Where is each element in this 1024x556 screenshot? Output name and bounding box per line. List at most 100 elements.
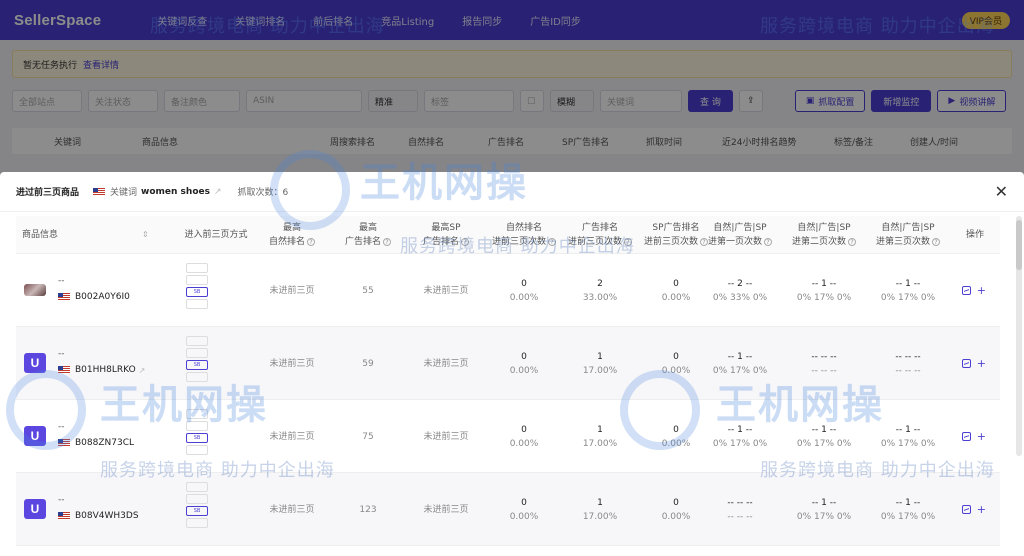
percent-value: 17.00%	[582, 511, 618, 522]
natural-top3-cell: 0 0.00%	[486, 327, 562, 400]
product-name: --	[58, 349, 65, 359]
product-name: --	[58, 276, 65, 286]
count-value: 0	[521, 351, 527, 362]
plus-icon[interactable]: +	[977, 284, 986, 297]
page2-cell: -- 1 -- 0% 17% 0%	[782, 400, 866, 473]
col-page2-l1: 自然|广告|SP	[797, 223, 851, 233]
count-value: -- 1 --	[895, 424, 921, 435]
watermark-logo-circle	[270, 150, 350, 230]
help-icon[interactable]: ?	[461, 238, 469, 246]
entry-tags: SB	[186, 336, 208, 382]
help-icon[interactable]: ?	[848, 238, 856, 246]
help-icon[interactable]: ?	[383, 238, 391, 246]
asin-value[interactable]: B01HH8LRKO ↗	[58, 365, 145, 375]
asin-text: B002A0Y6I0	[75, 292, 130, 302]
plus-icon[interactable]: +	[977, 357, 986, 370]
count-value: -- 1 --	[811, 497, 837, 508]
best-ad-cell: 55	[362, 285, 374, 296]
help-icon[interactable]: ?	[307, 238, 315, 246]
scrollbar-thumb[interactable]	[1016, 220, 1022, 270]
asin-value[interactable]: B002A0Y6I0	[58, 292, 130, 302]
count-value: 2	[597, 278, 603, 289]
percent-value: 0% 33% 0%	[712, 292, 768, 303]
count-value: -- 2 --	[727, 278, 753, 289]
help-icon[interactable]: ?	[932, 238, 940, 246]
percent-value: 0% 17% 0%	[712, 365, 768, 376]
modal-scrollbar[interactable]	[1016, 216, 1022, 456]
help-icon[interactable]: ?	[548, 238, 556, 246]
chart-icon[interactable]	[961, 432, 971, 441]
top3-table: 商品信息 ⇕ 进入前三页方式 最高 自然排名? 最高 广告排名? 最高SP 广告排名? …	[16, 216, 1000, 546]
col-ad-top3-l1: 广告排名	[581, 223, 618, 233]
page1-cell: -- 1 -- 0% 17% 0%	[698, 327, 782, 400]
chart-icon[interactable]	[961, 505, 971, 514]
col-page3-l2: 进第三页次数	[875, 237, 930, 247]
natural-top3-cell: 0 0.00%	[486, 400, 562, 473]
percent-value: 0% 17% 0%	[796, 438, 852, 449]
entry-tags: SB	[186, 263, 208, 309]
best-sp-cell: 未进前三页	[423, 358, 469, 369]
chart-icon[interactable]	[961, 359, 971, 368]
external-link-icon[interactable]: ↗	[139, 366, 146, 375]
best-natural-cell: 未进前三页	[269, 285, 315, 296]
page3-cell: -- 1 -- 0% 17% 0%	[866, 400, 950, 473]
percent-value: 17.00%	[582, 365, 618, 376]
col-best-natural-l2: 自然排名	[268, 237, 305, 247]
keyword-label: 关键词	[110, 188, 138, 198]
count-value: 0	[521, 424, 527, 435]
help-icon[interactable]: ?	[624, 238, 632, 246]
table-header: 商品信息 ⇕ 进入前三页方式 最高 自然排名? 最高 广告排名? 最高SP 广告排名? …	[16, 216, 1000, 254]
entry-tag	[186, 421, 208, 431]
asin-value[interactable]: B08V4WH3DS	[58, 511, 139, 521]
percent-value: 0.00%	[509, 292, 539, 303]
plus-icon[interactable]: +	[977, 430, 986, 443]
col-page1-l1: 自然|广告|SP	[713, 223, 767, 233]
col-product-info[interactable]: 商品信息 ⇕	[22, 216, 172, 254]
entry-tag	[186, 409, 208, 419]
col-ad-top3: 广告排名 进前三页次数?	[562, 216, 638, 254]
help-icon[interactable]: ?	[764, 238, 772, 246]
col-sp-top3-l2: 进前三页次数	[643, 237, 698, 247]
sort-icon[interactable]: ⇕	[142, 228, 149, 242]
entry-tag-sb: SB	[186, 360, 208, 370]
col-best-ad-l2: 广告排名	[344, 237, 381, 247]
entry-tag	[186, 372, 208, 382]
col-sp-top3-l1: SP广告排名	[652, 223, 700, 233]
percent-value: -- -- --	[811, 365, 837, 376]
page3-cell: -- 1 -- 0% 17% 0%	[866, 473, 950, 546]
percent-value: 0% 17% 0%	[880, 292, 936, 303]
col-natural-top3-l1: 自然排名	[505, 223, 542, 233]
natural-top3-cell: 0 0.00%	[486, 254, 562, 327]
us-flag-icon	[58, 293, 70, 301]
col-page1-l2: 进第一页次数	[707, 237, 762, 247]
col-best-sp-l2: 广告排名	[422, 237, 459, 247]
best-natural-cell: 未进前三页	[269, 431, 315, 442]
product-image[interactable]: U	[24, 499, 46, 519]
count-value: 0	[521, 278, 527, 289]
page3-cell: -- -- -- -- -- --	[866, 327, 950, 400]
col-page2: 自然|广告|SP 进第二页次数?	[782, 216, 866, 254]
count-value: 1	[597, 497, 603, 508]
entry-tags: SB	[186, 482, 208, 528]
best-ad-cell: 75	[362, 431, 374, 442]
entry-tag	[186, 445, 208, 455]
percent-value: 0% 17% 0%	[712, 438, 768, 449]
chart-icon[interactable]	[961, 286, 971, 295]
entry-tag	[186, 494, 208, 504]
best-ad-cell: 59	[362, 358, 374, 369]
plus-icon[interactable]: +	[977, 503, 986, 516]
count-value: 1	[597, 424, 603, 435]
entry-tag	[186, 518, 208, 528]
percent-value: 0.00%	[661, 292, 691, 303]
entry-tag	[186, 348, 208, 358]
entry-tag-sb: SB	[186, 287, 208, 297]
external-link-icon[interactable]: ↗	[214, 187, 222, 197]
product-image[interactable]	[24, 284, 46, 296]
close-icon[interactable]: ✕	[995, 183, 1008, 200]
col-natural-top3: 自然排名 进前三页次数?	[486, 216, 562, 254]
row-actions: +	[961, 400, 986, 473]
best-natural-cell: 未进前三页	[269, 504, 315, 515]
page1-cell: -- 1 -- 0% 17% 0%	[698, 400, 782, 473]
watermark-logo-circle	[620, 370, 700, 450]
best-sp-cell: 未进前三页	[423, 431, 469, 442]
